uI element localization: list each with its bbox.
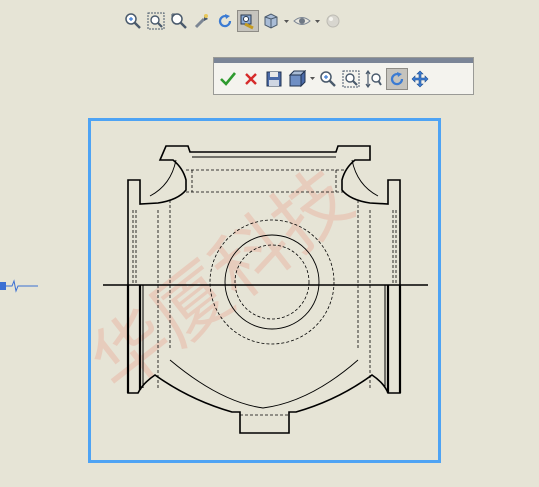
right-flange [386,285,402,393]
left-inner-curve [149,159,177,197]
top-flange-outline [127,145,401,434]
outlet-circle-hidden [209,219,335,345]
bottom-inner-curve [169,359,359,409]
right-inner-curve [351,159,379,197]
outlet-circle-inner [224,234,320,330]
left-flange [126,285,142,393]
outlet-circle-hidden-inner [234,244,310,320]
technical-drawing[interactable] [0,0,539,487]
